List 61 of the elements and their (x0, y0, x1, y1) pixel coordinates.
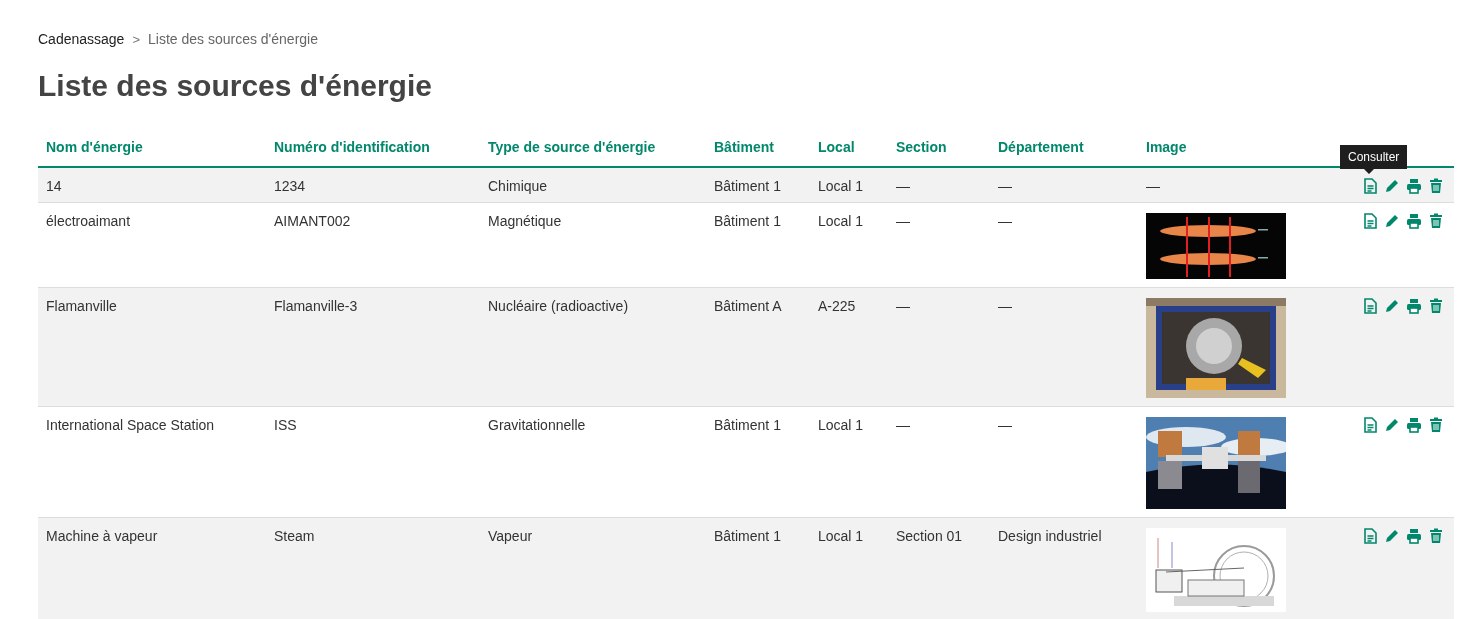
breadcrumb-separator: > (132, 31, 140, 47)
print-icon[interactable] (1406, 417, 1422, 433)
delete-trash-icon[interactable] (1428, 298, 1444, 314)
edit-pencil-icon[interactable] (1384, 178, 1400, 194)
table-cell: Vapeur (480, 517, 706, 619)
table-cell: — (888, 167, 990, 203)
view-document-icon[interactable] (1362, 213, 1378, 229)
table-cell: — (888, 287, 990, 407)
table-cell: Gravitationnelle (480, 406, 706, 518)
table-cell: 14 (38, 167, 266, 203)
table-cell: 1234 (266, 167, 480, 203)
table-cell: Flamanville (38, 287, 266, 407)
delete-trash-icon[interactable] (1428, 528, 1444, 544)
page-title: Liste des sources d'énergie (38, 69, 433, 103)
table-cell: ISS (266, 406, 480, 518)
table-cell: Bâtiment 1 (706, 406, 810, 518)
table-cell: Local 1 (810, 517, 888, 619)
table-cell: — (888, 406, 990, 518)
table-cell: Bâtiment 1 (706, 202, 810, 288)
delete-trash-icon[interactable] (1428, 178, 1444, 194)
edit-pencil-icon[interactable] (1384, 417, 1400, 433)
table-cell: Steam (266, 517, 480, 619)
table-cell: Chimique (480, 167, 706, 203)
table-cell: Bâtiment 1 (706, 167, 810, 203)
view-document-icon[interactable] (1362, 417, 1378, 433)
edit-pencil-icon[interactable] (1384, 213, 1400, 229)
delete-trash-icon[interactable] (1428, 213, 1444, 229)
print-icon[interactable] (1406, 178, 1422, 194)
table-cell: Bâtiment 1 (706, 517, 810, 619)
table-cell: International Space Station (38, 406, 266, 518)
table-cell: Design industriel (990, 517, 1138, 619)
table-cell: — (1138, 167, 1344, 203)
print-icon[interactable] (1406, 528, 1422, 544)
table-cell: Local 1 (810, 406, 888, 518)
table-cell: Flamanville-3 (266, 287, 480, 407)
table-cell: AIMANT002 (266, 202, 480, 288)
table-cell: Local 1 (810, 202, 888, 288)
print-icon[interactable] (1406, 298, 1422, 314)
print-icon[interactable] (1406, 213, 1422, 229)
table-cell: Magnétique (480, 202, 706, 288)
view-document-icon[interactable] (1362, 528, 1378, 544)
tooltip: Consulter (1340, 145, 1408, 174)
breadcrumb-item[interactable]: Cadenassage (38, 31, 125, 47)
breadcrumb-item: Liste des sources d'énergie (148, 31, 318, 47)
table-cell: Section 01 (888, 517, 990, 619)
edit-pencil-icon[interactable] (1384, 298, 1400, 314)
table-cell: Local 1 (810, 167, 888, 203)
table-cell: Bâtiment A (706, 287, 810, 407)
view-document-icon[interactable] (1362, 178, 1378, 194)
table-cell: Machine à vapeur (38, 517, 266, 619)
table-cell: — (888, 202, 990, 288)
view-document-icon[interactable] (1362, 298, 1378, 314)
table-cell: — (990, 167, 1138, 203)
table-cell: A-225 (810, 287, 888, 407)
table-cell: — (990, 287, 1138, 407)
edit-pencil-icon[interactable] (1384, 528, 1400, 544)
delete-trash-icon[interactable] (1428, 417, 1444, 433)
table-cell: Nucléaire (radioactive) (480, 287, 706, 407)
table-cell: électroaimant (38, 202, 266, 288)
table-cell: — (990, 202, 1138, 288)
table-cell: — (990, 406, 1138, 518)
